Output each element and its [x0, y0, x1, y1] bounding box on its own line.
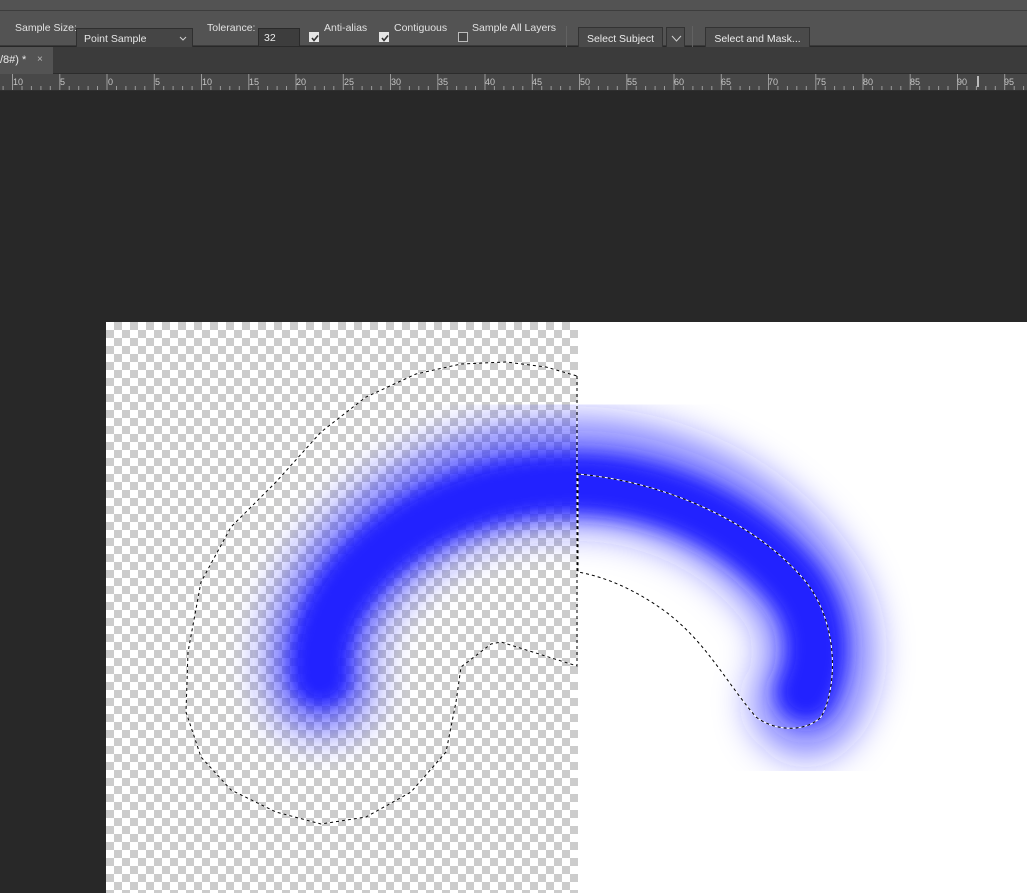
- horizontal-ruler[interactable]: 10 5 0 5 10 15 20 25 30 35 40 45 50 55 6…: [0, 74, 1027, 91]
- ruler-label: 30: [391, 77, 402, 87]
- document-tab-title: /8#) *: [0, 54, 27, 66]
- checkmark-icon: [311, 35, 319, 42]
- close-icon[interactable]: ×: [37, 54, 43, 65]
- ruler-label: 70: [768, 77, 779, 87]
- document-canvas[interactable]: [106, 322, 1027, 893]
- ruler-label: 60: [674, 77, 685, 87]
- canvas-workspace[interactable]: [0, 92, 1027, 893]
- anti-alias-checkbox[interactable]: [309, 32, 319, 42]
- ruler-label: 45: [532, 77, 543, 87]
- ruler-label: 10: [13, 77, 24, 87]
- ruler-label: 50: [580, 77, 591, 87]
- ruler-label: 0: [108, 77, 114, 87]
- ruler-label: 10: [202, 77, 213, 87]
- checkmark-icon: [381, 35, 389, 42]
- tolerance-input[interactable]: 32: [258, 28, 300, 47]
- ruler-label: 75: [816, 77, 827, 87]
- document-tab[interactable]: /8#) * ×: [0, 47, 53, 74]
- document-tab-bar: /8#) * ×: [0, 47, 1027, 74]
- ruler-label: 35: [438, 77, 449, 87]
- canvas-artwork: [185, 361, 875, 825]
- ruler-label: 95: [1004, 77, 1015, 87]
- anti-alias-label: Anti-alias: [324, 22, 368, 34]
- contiguous-label: Contiguous: [394, 22, 448, 34]
- ruler-label: 65: [721, 77, 732, 87]
- sample-size-value: Point Sample: [84, 33, 147, 45]
- ruler-label: 90: [957, 77, 968, 87]
- ruler-label: 55: [627, 77, 638, 87]
- ruler-label: 20: [296, 77, 307, 87]
- contiguous-checkbox[interactable]: [379, 32, 389, 42]
- sample-size-label: Sample Size:: [15, 22, 77, 34]
- ruler-label: 5: [155, 77, 161, 87]
- chevron-down-icon: [179, 36, 187, 41]
- tolerance-label: Tolerance:: [207, 22, 256, 34]
- menu-bar: [0, 0, 1027, 11]
- sample-all-layers-checkbox[interactable]: [458, 32, 468, 42]
- options-bar: Sample Size: Point Sample Tolerance: 32 …: [0, 11, 1027, 50]
- ruler-label: 85: [910, 77, 921, 87]
- ruler-label: 15: [249, 77, 260, 87]
- ruler-label: 25: [344, 77, 355, 87]
- ruler-label: 40: [485, 77, 496, 87]
- ruler-label: 80: [863, 77, 874, 87]
- chevron-down-icon: [671, 35, 682, 42]
- sample-all-layers-label: Sample All Layers: [472, 22, 557, 34]
- ruler-label: 5: [60, 77, 66, 87]
